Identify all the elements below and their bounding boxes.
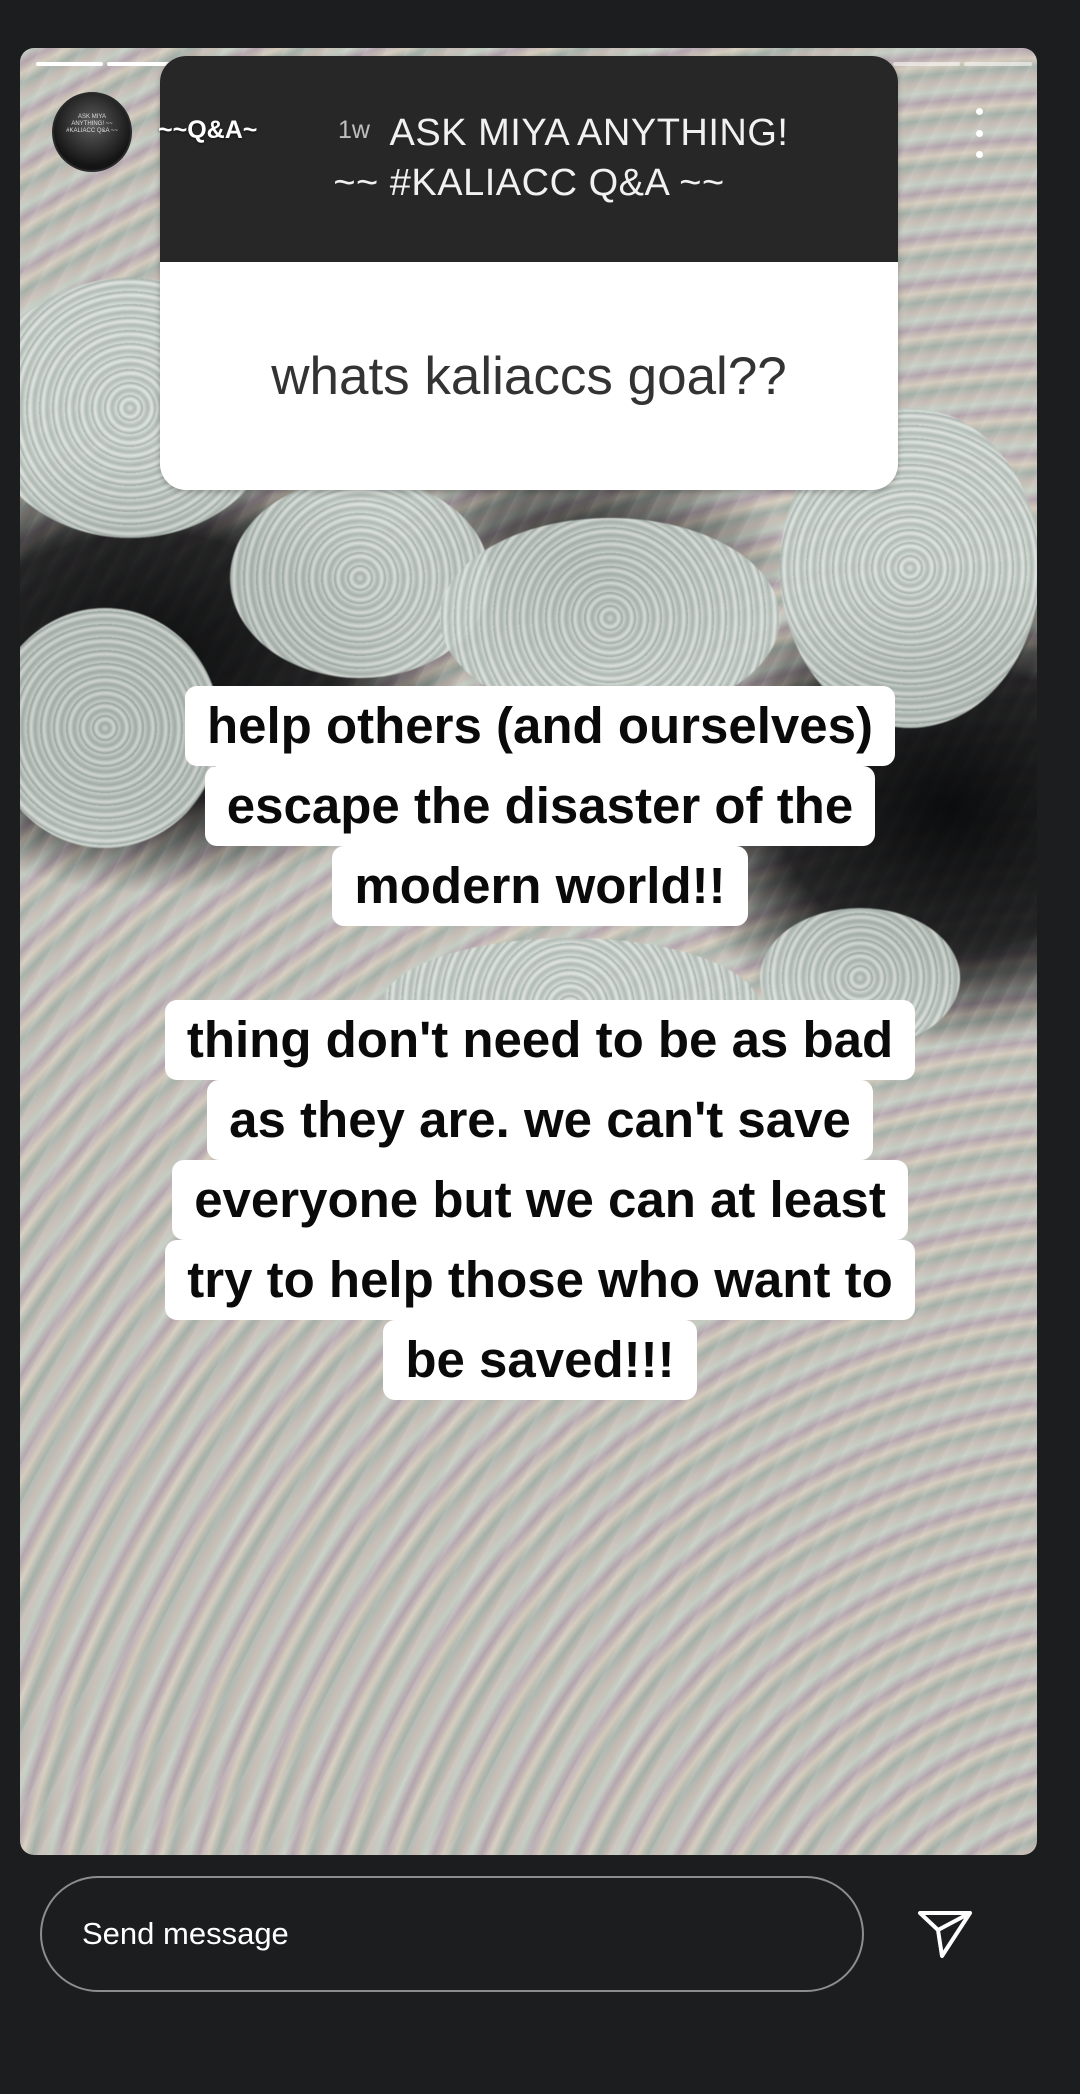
question-text: whats kaliaccs goal?? [271,346,787,406]
caption-block-2: thing don't need to be as bad as they ar… [0,1000,1080,1400]
avatar-text: ASK MIYA ANYTHING! ~~ #KALIACC Q&A ~~ [66,114,118,134]
caption-line: everyone but we can at least [172,1160,908,1240]
progress-segment [36,62,104,66]
caption-line: thing don't need to be as bad [164,1000,916,1080]
question-sticker-header: ASK MIYA ANYTHING! ~~ #KALIACC Q&A ~~ [160,56,898,262]
caption-line: as they are. we can't save [207,1080,873,1160]
caption-line: be saved!!! [383,1320,697,1400]
progress-segment [964,62,1032,66]
caption-line: escape the disaster of the [204,766,876,846]
send-icon[interactable] [916,1908,974,1960]
send-message-input[interactable]: Send message [40,1876,864,1992]
caption-block-1: help others (and ourselves) escape the d… [0,686,1080,926]
question-sticker-title: ASK MIYA ANYTHING! [389,112,789,154]
caption-line: modern world!! [332,846,748,926]
caption-line: help others (and ourselves) [185,686,895,766]
story-username[interactable]: ~~Q&A~ [158,116,257,145]
question-sticker[interactable]: ASK MIYA ANYTHING! ~~ #KALIACC Q&A ~~ wh… [160,56,898,490]
caption-line: try to help those who want to [165,1240,915,1320]
progress-segment [893,62,961,66]
more-vertical-icon[interactable] [964,108,994,158]
send-message-placeholder: Send message [82,1916,289,1951]
question-sticker-subtitle: ~~ #KALIACC Q&A ~~ [333,162,725,204]
story-timestamp: 1w [338,116,370,144]
avatar[interactable]: ASK MIYA ANYTHING! ~~ #KALIACC Q&A ~~ [52,92,132,172]
